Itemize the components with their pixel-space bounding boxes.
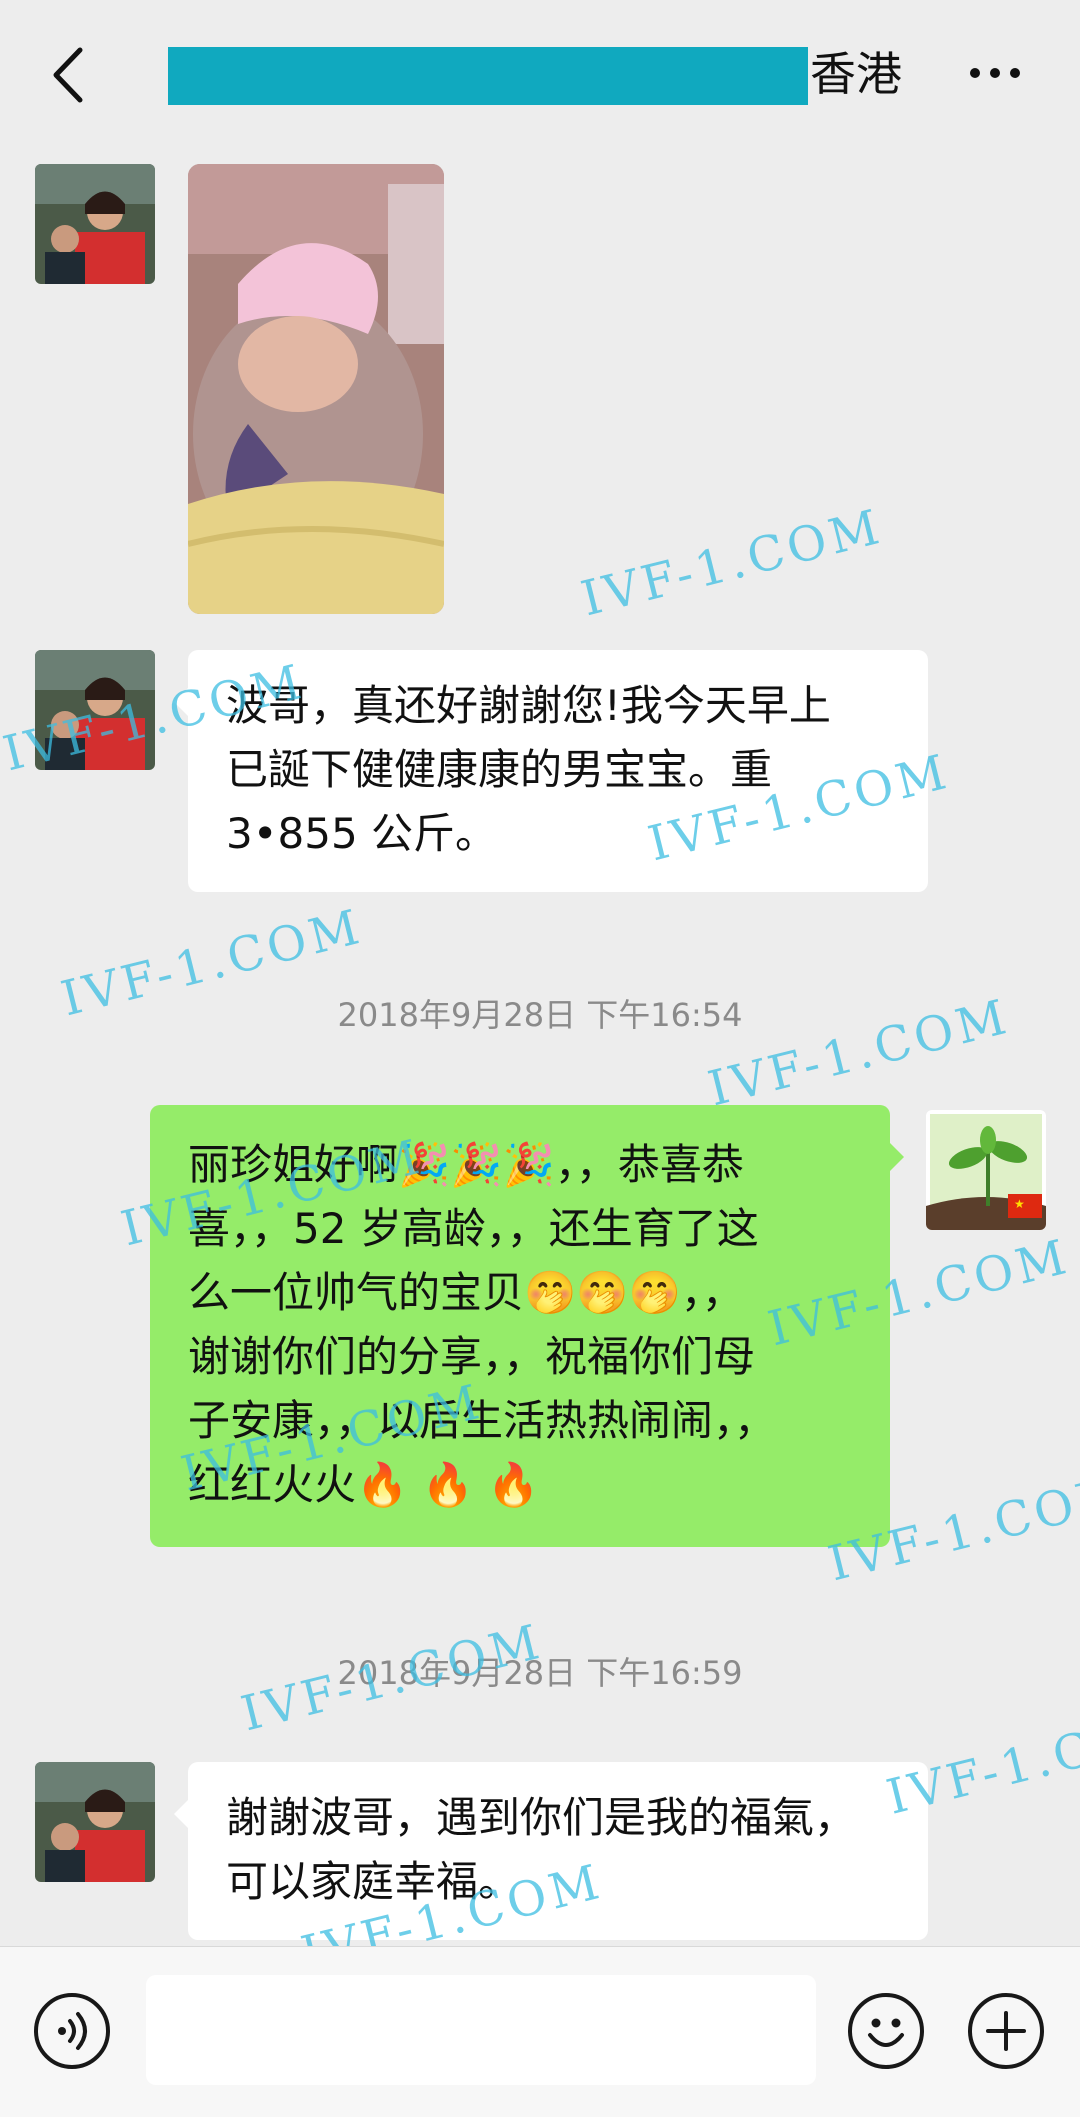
plus-icon [986,2011,1026,2051]
baby-image [188,164,444,614]
emoji-icon [868,2018,904,2047]
composer-bar [0,1946,1080,2117]
more-dot [1010,68,1020,78]
contact-avatar[interactable] [35,164,155,284]
top-bar: 香港 [0,0,1080,150]
bubble-tail [174,1800,188,1828]
more-dots-icon [970,68,980,78]
avatar-photo [35,1762,155,1882]
back-button[interactable] [40,40,100,110]
my-avatar[interactable]: ★ [926,1110,1046,1230]
chevron-left-icon [53,47,83,103]
more-dot [990,68,1000,78]
plant-avatar-image: ★ [926,1110,1046,1230]
watermark: IVF-1.C [881,1720,1080,1826]
watermark: IVF-1.COM [575,498,889,628]
emoji-button[interactable] [848,1993,924,2069]
contact-avatar[interactable] [35,1762,155,1882]
redacted-title-mask [168,47,808,105]
baby-photo[interactable] [188,164,444,614]
bubble-tail [890,1143,904,1171]
voice-icon [58,2012,87,2050]
svg-text:★: ★ [1014,1197,1025,1211]
voice-button[interactable] [34,1993,110,2069]
avatar-photo [35,164,155,284]
more-button[interactable] [960,52,1030,92]
plus-button[interactable] [968,1993,1044,2069]
chat-title: 香港 [810,47,902,101]
watermark: IVF-1.COM [235,1613,549,1743]
message-input[interactable] [146,1975,816,2085]
